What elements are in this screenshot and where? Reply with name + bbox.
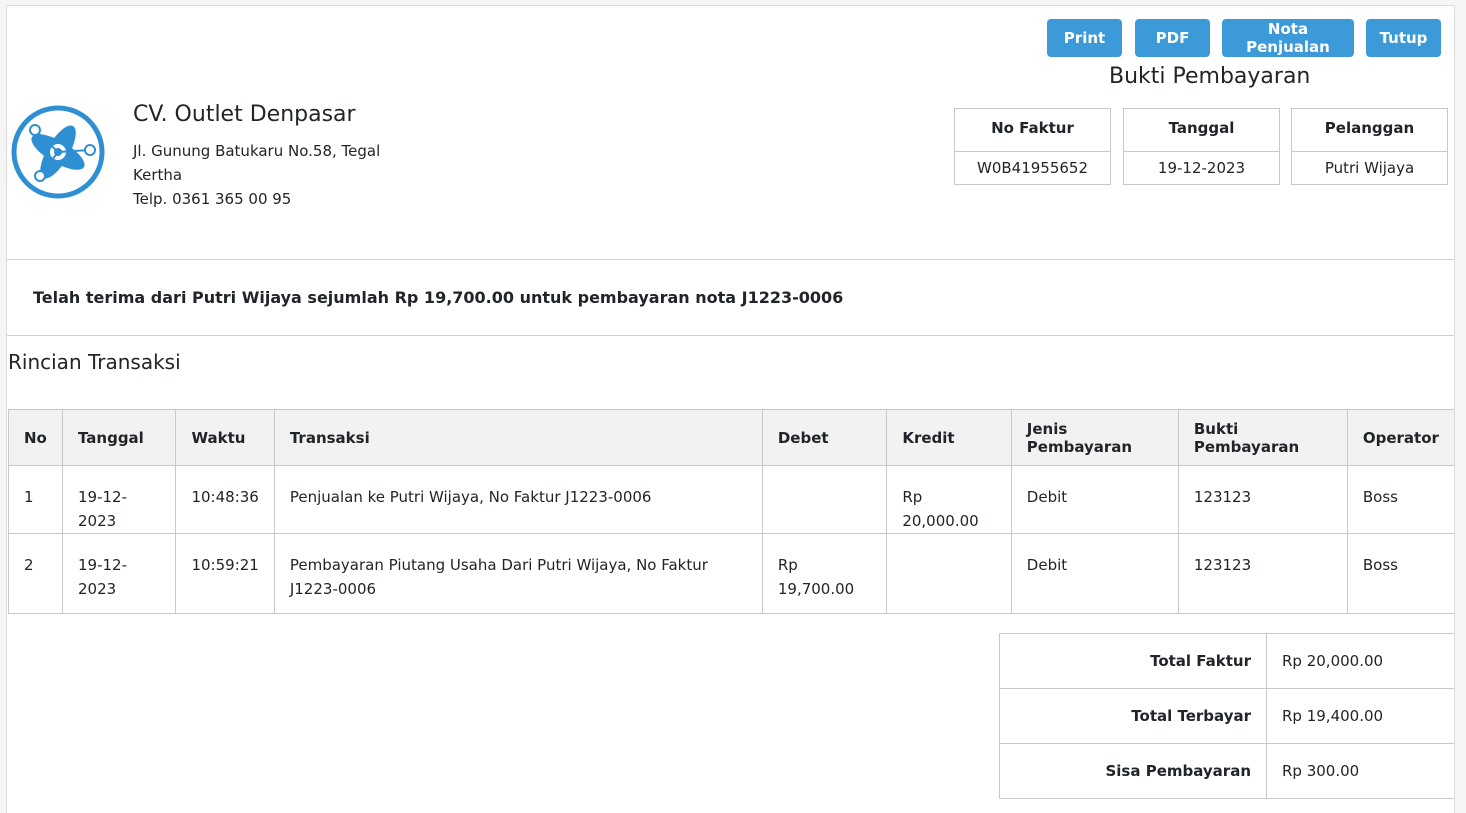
tutup-button[interactable]: Tutup <box>1366 19 1441 57</box>
nota-penjualan-button[interactable]: Nota Penjualan <box>1222 19 1354 57</box>
tanggal-box: Tanggal 19-12-2023 <box>1123 108 1280 185</box>
transactions-title: Rincian Transaksi <box>8 350 181 374</box>
no-faktur-label: No Faktur <box>955 109 1110 152</box>
receipt-statement: Telah terima dari Putri Wijaya sejumlah … <box>33 288 844 307</box>
divider <box>7 335 1454 336</box>
column-header: Operator <box>1346 409 1454 466</box>
payment-receipt-page: Print PDF Nota Penjualan Tutup CV. Outle… <box>6 5 1455 813</box>
row-number: 1 <box>8 465 63 534</box>
document-title: Bukti Pembayaran <box>1109 64 1311 89</box>
row-date: 19-12-2023 <box>61 533 177 614</box>
pelanggan-value: Putri Wijaya <box>1324 159 1415 177</box>
table-row: 2 19-12-2023 10:59:21 Pembayaran Piutang… <box>8 533 1454 614</box>
summary-row: Total Terbayar Rp 19,400.00 <box>999 688 1454 744</box>
row-debet <box>761 465 888 534</box>
total-faktur-label: Total Faktur <box>999 633 1267 689</box>
transactions-table: No Tanggal Waktu Transaksi Debet Kredit … <box>8 409 1454 614</box>
row-transaction: Penjualan ke Putri Wijaya, No Faktur J12… <box>273 465 763 534</box>
row-payment-proof: 123123 <box>1177 533 1348 614</box>
row-payment-type: Debit <box>1010 465 1179 534</box>
print-button[interactable]: Print <box>1047 19 1122 57</box>
no-faktur-value: W0B41955652 <box>976 159 1088 177</box>
row-payment-proof: 123123 <box>1177 465 1348 534</box>
divider <box>7 259 1454 260</box>
column-header: Bukti Pembayaran <box>1177 409 1348 466</box>
column-header: Jenis Pembayaran <box>1010 409 1179 466</box>
sisa-pembayaran-label: Sisa Pembayaran <box>999 743 1267 799</box>
sisa-pembayaran-value: Rp 300.00 <box>1266 743 1454 799</box>
row-debet: Rp 19,700.00 <box>761 533 888 614</box>
total-terbayar-label: Total Terbayar <box>999 688 1267 744</box>
table-header-row: No Tanggal Waktu Transaksi Debet Kredit … <box>8 409 1454 466</box>
pelanggan-box: Pelanggan Putri Wijaya <box>1291 108 1448 185</box>
atom-logo-icon <box>10 104 106 200</box>
pdf-button[interactable]: PDF <box>1135 19 1210 57</box>
row-time: 10:59:21 <box>175 533 275 614</box>
column-header: Transaksi <box>273 409 763 466</box>
tanggal-label: Tanggal <box>1124 109 1279 152</box>
company-address: Jl. Gunung Batukaru No.58, Tegal Kertha <box>133 142 381 184</box>
row-operator: Boss <box>1346 465 1454 534</box>
row-kredit: Rp 20,000.00 <box>886 465 1012 534</box>
column-header: Kredit <box>886 409 1012 466</box>
no-faktur-box: No Faktur W0B41955652 <box>954 108 1111 185</box>
column-header: Debet <box>761 409 888 466</box>
total-terbayar-value: Rp 19,400.00 <box>1266 688 1454 744</box>
summary-row: Sisa Pembayaran Rp 300.00 <box>999 743 1454 799</box>
pelanggan-label: Pelanggan <box>1292 109 1447 152</box>
column-header: Waktu <box>175 409 275 466</box>
row-time: 10:48:36 <box>175 465 275 534</box>
row-payment-type: Debit <box>1010 533 1179 614</box>
row-operator: Boss <box>1346 533 1454 614</box>
column-header: No <box>8 409 63 466</box>
row-number: 2 <box>8 533 63 614</box>
company-name: CV. Outlet Denpasar <box>133 102 356 127</box>
table-row: 1 19-12-2023 10:48:36 Penjualan ke Putri… <box>8 465 1454 534</box>
tanggal-value: 19-12-2023 <box>1157 159 1246 177</box>
row-kredit <box>886 533 1012 614</box>
total-faktur-value: Rp 20,000.00 <box>1266 633 1454 689</box>
column-header: Tanggal <box>61 409 177 466</box>
payment-summary-table: Total Faktur Rp 20,000.00 Total Terbayar… <box>999 633 1454 799</box>
row-date: 19-12-2023 <box>61 465 177 534</box>
row-transaction: Pembayaran Piutang Usaha Dari Putri Wija… <box>273 533 763 614</box>
company-phone: Telp. 0361 365 00 95 <box>133 190 292 208</box>
summary-row: Total Faktur Rp 20,000.00 <box>999 633 1454 689</box>
